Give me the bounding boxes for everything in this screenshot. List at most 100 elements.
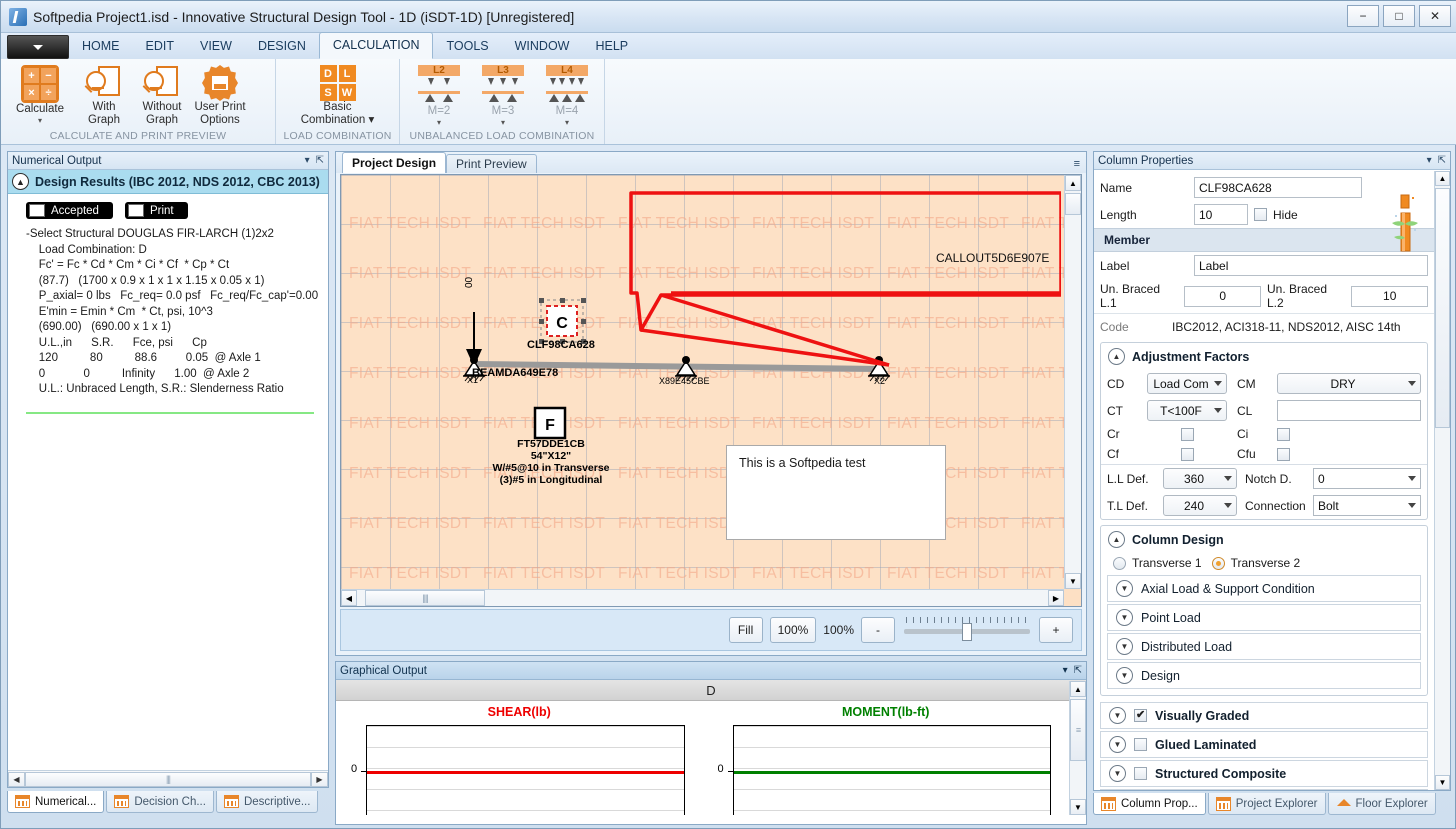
tab-floor-explorer[interactable]: Floor Explorer bbox=[1327, 793, 1436, 815]
chevron-down-icon[interactable]: ▼ bbox=[1116, 667, 1133, 684]
unbraced2-input[interactable]: 10 bbox=[1351, 285, 1428, 307]
adjustment-factors-header[interactable]: ▲ Adjustment Factors bbox=[1101, 343, 1427, 370]
chevron-down-icon[interactable]: ▼ bbox=[1116, 609, 1133, 626]
accepted-checkbox[interactable] bbox=[29, 204, 45, 217]
tab-calculation[interactable]: CALCULATION bbox=[318, 32, 434, 59]
cf-checkbox[interactable] bbox=[1180, 447, 1194, 461]
unbalanced-m4-button[interactable]: L4 M=4 ▾ bbox=[538, 62, 596, 127]
print-checkbox[interactable] bbox=[127, 204, 144, 217]
chevron-down-icon[interactable]: ▾ bbox=[38, 116, 42, 125]
column-design-header[interactable]: ▲ Column Design bbox=[1101, 526, 1427, 553]
chevron-down-icon[interactable]: ▾ bbox=[501, 118, 505, 127]
name-input[interactable]: CLF98CA628 bbox=[1194, 177, 1362, 198]
application-menu-button[interactable] bbox=[7, 35, 69, 59]
notch-select[interactable]: 0 bbox=[1313, 468, 1421, 489]
next-material-section[interactable]: ▼ bbox=[1100, 789, 1428, 790]
chevron-down-icon[interactable]: ▾ bbox=[1427, 155, 1432, 166]
scroll-up-icon[interactable]: ▲ bbox=[1065, 175, 1081, 191]
chevron-down-icon[interactable]: ▾ bbox=[305, 155, 310, 166]
chevron-down-icon[interactable]: ▼ bbox=[1116, 638, 1133, 655]
note-box[interactable]: This is a Softpedia test bbox=[726, 445, 946, 540]
scroll-left-icon[interactable]: ◀ bbox=[341, 590, 357, 606]
tab-edit[interactable]: EDIT bbox=[133, 33, 187, 59]
tab-design[interactable]: DESIGN bbox=[245, 33, 319, 59]
length-input[interactable]: 10 bbox=[1194, 204, 1248, 225]
scroll-up-icon[interactable]: ▲ bbox=[1070, 681, 1086, 697]
tab-view[interactable]: VIEW bbox=[187, 33, 245, 59]
chevron-down-icon[interactable]: ▾ bbox=[1063, 665, 1068, 676]
hide-checkbox[interactable] bbox=[1254, 208, 1267, 221]
with-graph-button[interactable]: With Graph bbox=[75, 62, 133, 126]
scroll-thumb[interactable]: |||| bbox=[365, 590, 485, 606]
unbalanced-m2-button[interactable]: L2 M=2 ▾ bbox=[410, 62, 468, 127]
chevron-down-icon[interactable]: ▾ bbox=[565, 118, 569, 127]
center-collapse-icon[interactable]: ≡ bbox=[1074, 158, 1086, 173]
minimize-button[interactable]: − bbox=[1347, 5, 1379, 27]
glued-laminated-section[interactable]: ▼ Glued Laminated bbox=[1100, 731, 1428, 758]
zoom-preset-button[interactable]: 100% bbox=[769, 617, 817, 643]
calculate-button[interactable]: + − × ÷ Calculate ▾ bbox=[5, 62, 75, 125]
scroll-up-icon[interactable]: ▲ bbox=[1435, 171, 1450, 186]
chevron-down-icon[interactable]: ▼ bbox=[1109, 765, 1126, 782]
pin-icon[interactable]: ⇱ bbox=[1438, 155, 1446, 166]
cr-checkbox[interactable] bbox=[1180, 427, 1194, 441]
unbraced1-input[interactable]: 0 bbox=[1184, 285, 1261, 307]
cl-input[interactable] bbox=[1277, 400, 1421, 421]
scroll-thumb[interactable]: ≡ bbox=[1070, 699, 1086, 761]
member-label-input[interactable]: Label bbox=[1194, 255, 1428, 276]
tab-descriptive[interactable]: Descriptive... bbox=[215, 791, 319, 813]
visually-graded-checkbox[interactable] bbox=[1134, 708, 1147, 722]
scroll-right-icon[interactable]: ▶ bbox=[311, 771, 328, 787]
unbalanced-m3-button[interactable]: L3 M=3 ▾ bbox=[474, 62, 532, 127]
structured-composite-section[interactable]: ▼ Structured Composite bbox=[1100, 760, 1428, 787]
ci-checkbox[interactable] bbox=[1277, 427, 1290, 441]
cfu-checkbox[interactable] bbox=[1277, 447, 1290, 461]
zoom-in-button[interactable]: + bbox=[1039, 617, 1073, 643]
maximize-button[interactable]: □ bbox=[1383, 5, 1415, 27]
canvas-vscrollbar[interactable]: ▲ ▼ bbox=[1064, 175, 1081, 589]
accepted-button[interactable]: Accepted bbox=[26, 202, 113, 219]
scroll-down-icon[interactable]: ▼ bbox=[1070, 799, 1086, 815]
design-canvas[interactable]: FIAT TECH ISDT FIAT TECH ISDT FIAT TECH … bbox=[341, 175, 1064, 589]
print-button[interactable]: Print bbox=[124, 202, 188, 219]
chevron-down-icon[interactable]: ▼ bbox=[1109, 789, 1126, 790]
design-section[interactable]: ▼ Design bbox=[1107, 662, 1421, 689]
distributed-load-section[interactable]: ▼ Distributed Load bbox=[1107, 633, 1421, 660]
tab-numerical[interactable]: Numerical... bbox=[7, 791, 105, 813]
cd-select[interactable]: Load Com bbox=[1147, 373, 1227, 394]
scroll-thumb[interactable] bbox=[1065, 193, 1081, 215]
ct-select[interactable]: T<100F bbox=[1147, 400, 1227, 421]
graphical-output-vscrollbar[interactable]: ▲ ≡ ▼ bbox=[1069, 681, 1086, 815]
chevron-up-icon[interactable]: ▲ bbox=[12, 173, 29, 190]
scroll-down-icon[interactable]: ▼ bbox=[1065, 573, 1081, 589]
chevron-down-icon[interactable]: ▼ bbox=[1109, 736, 1126, 753]
tab-help[interactable]: HELP bbox=[582, 33, 641, 59]
chevron-up-icon[interactable]: ▲ bbox=[1108, 348, 1125, 365]
tab-tools[interactable]: TOOLS bbox=[433, 33, 501, 59]
scroll-track[interactable]: ||| bbox=[25, 771, 311, 787]
column-properties-vscrollbar[interactable]: ▲ ▼ bbox=[1434, 171, 1450, 790]
tab-column-properties[interactable]: Column Prop... bbox=[1093, 793, 1206, 815]
pin-icon[interactable]: ⇱ bbox=[1074, 665, 1082, 676]
design-results-header[interactable]: ▲ Design Results (IBC 2012, NDS 2012, CB… bbox=[8, 170, 328, 194]
chevron-down-icon[interactable]: ▼ bbox=[1116, 580, 1133, 597]
next-material-checkbox[interactable] bbox=[1134, 790, 1147, 791]
ll-def-select[interactable]: 360 bbox=[1163, 468, 1237, 489]
canvas-hscrollbar[interactable]: ◀ |||| ▶ bbox=[341, 589, 1064, 606]
zoom-out-button[interactable]: - bbox=[861, 617, 895, 643]
scroll-down-icon[interactable]: ▼ bbox=[1435, 775, 1450, 790]
point-load-section[interactable]: ▼ Point Load bbox=[1107, 604, 1421, 631]
tab-decision-chart[interactable]: Decision Ch... bbox=[106, 791, 214, 813]
pin-icon[interactable]: ⇱ bbox=[316, 155, 324, 166]
structured-composite-checkbox[interactable] bbox=[1134, 767, 1147, 780]
scroll-thumb[interactable] bbox=[1435, 188, 1450, 428]
connection-select[interactable]: Bolt bbox=[1313, 495, 1421, 516]
scroll-left-icon[interactable]: ◀ bbox=[8, 771, 25, 787]
glued-laminated-checkbox[interactable] bbox=[1134, 738, 1147, 751]
scroll-thumb[interactable]: ||| bbox=[25, 771, 311, 787]
tab-home[interactable]: HOME bbox=[69, 33, 133, 59]
user-print-options-button[interactable]: User Print Options bbox=[191, 62, 249, 126]
slider-knob[interactable] bbox=[962, 623, 972, 641]
scroll-right-icon[interactable]: ▶ bbox=[1048, 590, 1064, 606]
fill-button[interactable]: Fill bbox=[728, 617, 763, 643]
